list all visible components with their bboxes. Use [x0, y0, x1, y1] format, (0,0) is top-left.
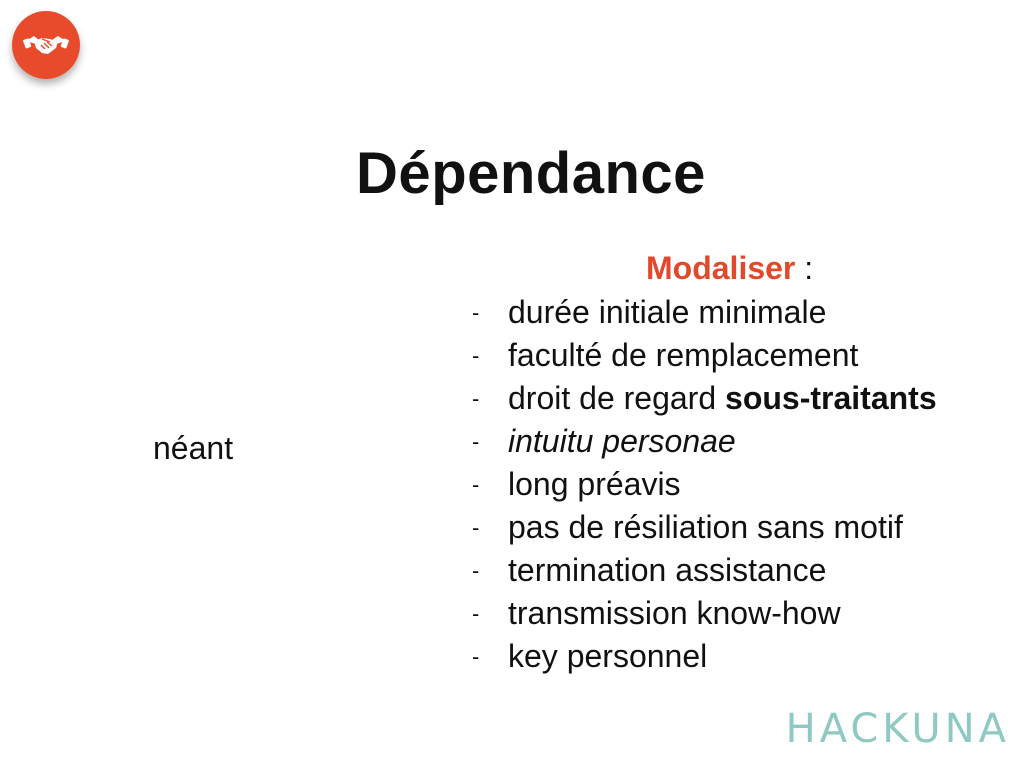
list-bullet: - — [472, 644, 480, 669]
list-item: - long préavis — [470, 463, 937, 506]
list-item-text-bold: sous-traitants — [725, 380, 937, 416]
list-item: - pas de résiliation sans motif — [470, 506, 937, 549]
list-bullet: - — [472, 472, 480, 497]
handshake-logo — [12, 11, 80, 79]
list-bullet: - — [472, 429, 480, 454]
handshake-icon — [12, 11, 80, 79]
list-item-text: transmission know-how — [508, 595, 841, 631]
list-bullet: - — [472, 386, 480, 411]
list-item-text: termination assistance — [508, 552, 827, 588]
list-item-text: pas de résiliation sans motif — [508, 509, 903, 545]
list-bullet: - — [472, 558, 480, 583]
modaliser-label: Modaliser — [646, 250, 796, 286]
list-item-text: intuitu personae — [508, 423, 736, 459]
list-item-text: key personnel — [508, 638, 708, 674]
list-item-text: long préavis — [508, 466, 681, 502]
list-item: - transmission know-how — [470, 592, 937, 635]
list-item: - termination assistance — [470, 549, 937, 592]
list-bullet: - — [472, 515, 480, 540]
modaliser-list: - durée initiale minimale - faculté de rem… — [470, 291, 937, 678]
list-item: - durée initiale minimale — [470, 291, 937, 334]
list-item: - droit de regard sous-traitants — [470, 377, 937, 420]
list-item: - key personnel — [470, 635, 937, 678]
list-bullet: - — [472, 343, 480, 368]
list-bullet: - — [472, 300, 480, 325]
list-item-text: faculté de remplacement — [508, 337, 859, 373]
slide-title: Dépendance — [356, 141, 706, 206]
list-item: - intuitu personae — [470, 420, 937, 463]
list-item-text: droit de regard sous-traitants — [508, 377, 937, 420]
list-item-text: durée initiale minimale — [508, 294, 827, 330]
hackuna-brand-logo: HACKUNA — [785, 706, 1010, 752]
list-item-text-regular: droit de regard — [508, 380, 726, 416]
modaliser-heading: Modaliser : — [646, 250, 813, 287]
left-column-text: néant — [153, 430, 234, 466]
list-bullet: - — [472, 601, 480, 626]
modaliser-colon: : — [795, 250, 814, 286]
list-item: - faculté de remplacement — [470, 334, 937, 377]
